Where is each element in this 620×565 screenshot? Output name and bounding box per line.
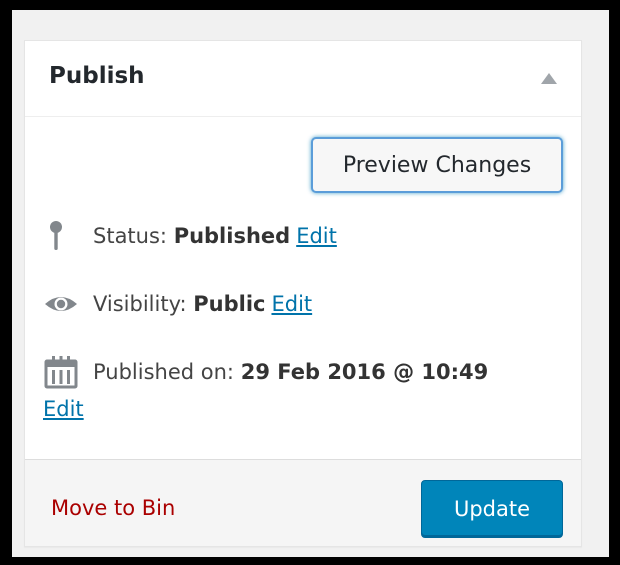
status-label: Status: (93, 224, 167, 248)
edit-status-link[interactable]: Edit (296, 224, 337, 248)
published-on-label: Published on: (93, 360, 235, 384)
published-on-row: Published on: 29 Feb 2016 @ 10:49 (43, 355, 488, 389)
update-button[interactable]: Update (421, 480, 563, 538)
pin-icon (43, 219, 79, 253)
status-value: Published (173, 224, 291, 248)
preview-changes-button[interactable]: Preview Changes (311, 137, 563, 193)
visibility-label: Visibility: (93, 292, 187, 316)
edit-published-date-link[interactable]: Edit (43, 397, 84, 421)
eye-icon (43, 287, 79, 321)
publish-box-header[interactable]: Publish (25, 41, 581, 117)
published-on-value: 29 Feb 2016 @ 10:49 (240, 360, 489, 384)
status-row: Status: Published Edit (43, 219, 337, 253)
move-to-bin-link[interactable]: Move to Bin (51, 496, 175, 520)
major-publishing-actions: Move to Bin Update (25, 459, 581, 546)
publish-box-title: Publish (49, 63, 145, 89)
collapse-arrow-icon[interactable] (541, 73, 557, 84)
calendar-icon (43, 355, 79, 389)
visibility-row: Visibility: Public Edit (43, 287, 312, 321)
publish-box: Publish Preview Changes Status: Publishe… (24, 40, 582, 547)
edit-visibility-link[interactable]: Edit (271, 292, 312, 316)
visibility-value: Public (193, 292, 266, 316)
